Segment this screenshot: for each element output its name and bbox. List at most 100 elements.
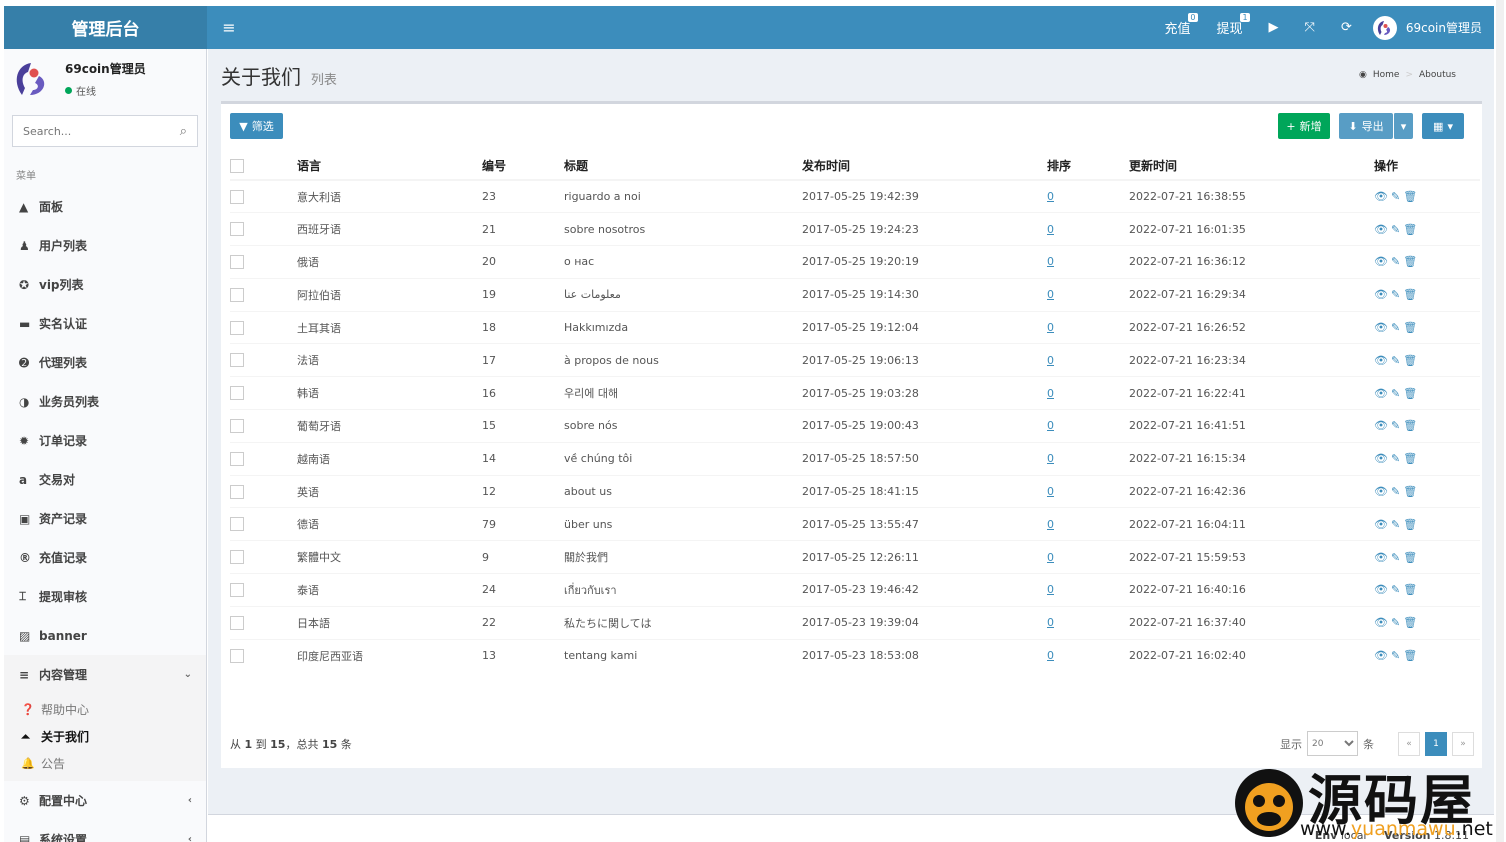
sort-editable[interactable]: 0	[1047, 649, 1054, 662]
sort-editable[interactable]: 0	[1047, 288, 1054, 301]
trash-icon[interactable]: 🗑	[1403, 649, 1417, 662]
sidebar-item-assets[interactable]: ▣ 资产记录	[4, 499, 206, 538]
column-header[interactable]: 编号	[482, 152, 564, 181]
trash-icon[interactable]: 🗑	[1403, 223, 1417, 236]
sidebar-item-pairs[interactable]: a 交易对	[4, 460, 206, 499]
view-icon[interactable]: 👁	[1374, 485, 1388, 498]
view-icon[interactable]: 👁	[1374, 387, 1388, 400]
sidebar-item-dashboard[interactable]: ▲ 面板	[4, 187, 206, 226]
view-icon[interactable]: 👁	[1374, 321, 1388, 334]
prev-page-button[interactable]: «	[1398, 731, 1420, 756]
edit-icon[interactable]: ✎	[1391, 223, 1400, 236]
column-header[interactable]: 排序	[1047, 152, 1129, 181]
row-checkbox[interactable]	[230, 189, 244, 204]
sidebar-item-kyc[interactable]: ▬ 实名认证	[4, 304, 206, 343]
sidebar-item-withdrawals[interactable]: ⌶ 提现审核	[4, 577, 206, 616]
trash-icon[interactable]: 🗑	[1403, 288, 1417, 301]
edit-icon[interactable]: ✎	[1391, 387, 1400, 400]
sort-editable[interactable]: 0	[1047, 223, 1054, 236]
view-icon[interactable]: 👁	[1374, 223, 1388, 236]
view-icon[interactable]: 👁	[1374, 518, 1388, 531]
edit-icon[interactable]: ✎	[1391, 288, 1400, 301]
sidebar-item-agents[interactable]: ➋ 代理列表	[4, 343, 206, 382]
view-icon[interactable]: 👁	[1374, 354, 1388, 367]
sort-editable[interactable]: 0	[1047, 452, 1054, 465]
column-header[interactable]: 发布时间	[802, 152, 1047, 181]
trash-icon[interactable]: 🗑	[1403, 452, 1417, 465]
trash-icon[interactable]: 🗑	[1403, 583, 1417, 596]
export-dropdown-button[interactable]: ▾	[1393, 113, 1413, 139]
trash-icon[interactable]: 🗑	[1403, 616, 1417, 629]
edit-icon[interactable]: ✎	[1391, 190, 1400, 203]
row-checkbox[interactable]	[230, 353, 244, 368]
trash-icon[interactable]: 🗑	[1403, 255, 1417, 268]
column-header[interactable]: 标题	[564, 152, 802, 181]
sidebar-toggle-icon[interactable]: ≡	[207, 6, 251, 49]
sort-editable[interactable]: 0	[1047, 419, 1054, 432]
sidebar-subitem-aboutus[interactable]: ⏶ 关于我们	[4, 723, 206, 750]
view-icon[interactable]: 👁	[1374, 616, 1388, 629]
trash-icon[interactable]: 🗑	[1403, 485, 1417, 498]
trash-icon[interactable]: 🗑	[1403, 518, 1417, 531]
view-icon[interactable]: 👁	[1374, 551, 1388, 564]
edit-icon[interactable]: ✎	[1391, 485, 1400, 498]
trash-icon[interactable]: 🗑	[1403, 419, 1417, 432]
play-icon[interactable]: ▶	[1256, 6, 1292, 49]
columns-button[interactable]: ▦ ▾	[1422, 113, 1464, 139]
row-checkbox[interactable]	[230, 648, 244, 663]
add-button[interactable]: + 新增	[1278, 113, 1330, 139]
edit-icon[interactable]: ✎	[1391, 518, 1400, 531]
row-checkbox[interactable]	[230, 418, 244, 433]
edit-icon[interactable]: ✎	[1391, 616, 1400, 629]
sidebar-item-system[interactable]: ▤ 系统设置 ‹	[4, 820, 206, 842]
edit-icon[interactable]: ✎	[1391, 354, 1400, 367]
row-checkbox[interactable]	[230, 550, 244, 565]
row-checkbox[interactable]	[230, 615, 244, 630]
edit-icon[interactable]: ✎	[1391, 419, 1400, 432]
sidebar-item-users[interactable]: ♟ 用户列表	[4, 226, 206, 265]
sort-editable[interactable]: 0	[1047, 321, 1054, 334]
recharge-nav[interactable]: 充值 0	[1152, 6, 1204, 49]
column-header[interactable]: 更新时间	[1129, 152, 1374, 181]
edit-icon[interactable]: ✎	[1391, 321, 1400, 334]
sidebar-subitem-notice[interactable]: 🔔 公告	[4, 750, 206, 777]
page-scrollbar[interactable]	[1496, 0, 1504, 842]
per-page-select[interactable]: 20	[1307, 731, 1358, 756]
user-menu[interactable]: 69coin管理员	[1365, 15, 1494, 40]
sidebar-item-salesmen[interactable]: ◑ 业务员列表	[4, 382, 206, 421]
sort-editable[interactable]: 0	[1047, 551, 1054, 564]
view-icon[interactable]: 👁	[1374, 452, 1388, 465]
sort-editable[interactable]: 0	[1047, 485, 1054, 498]
trash-icon[interactable]: 🗑	[1403, 387, 1417, 400]
select-all-checkbox[interactable]	[230, 158, 244, 173]
row-checkbox[interactable]	[230, 222, 244, 237]
trash-icon[interactable]: 🗑	[1403, 321, 1417, 334]
next-page-button[interactable]: »	[1452, 731, 1474, 756]
edit-icon[interactable]: ✎	[1391, 551, 1400, 564]
sidebar-item-vip[interactable]: ✪ vip列表	[4, 265, 206, 304]
breadcrumb-home[interactable]: Home	[1373, 70, 1400, 80]
row-checkbox[interactable]	[230, 484, 244, 499]
column-header[interactable]: 语言	[297, 152, 482, 181]
view-icon[interactable]: 👁	[1374, 190, 1388, 203]
sort-editable[interactable]: 0	[1047, 583, 1054, 596]
sort-editable[interactable]: 0	[1047, 255, 1054, 268]
edit-icon[interactable]: ✎	[1391, 452, 1400, 465]
trash-icon[interactable]: 🗑	[1403, 190, 1417, 203]
edit-icon[interactable]: ✎	[1391, 649, 1400, 662]
withdraw-nav[interactable]: 提现 1	[1204, 6, 1256, 49]
view-icon[interactable]: 👁	[1374, 583, 1388, 596]
row-checkbox[interactable]	[230, 386, 244, 401]
page-button-current[interactable]: 1	[1425, 731, 1447, 756]
view-icon[interactable]: 👁	[1374, 649, 1388, 662]
row-checkbox[interactable]	[230, 320, 244, 335]
row-checkbox[interactable]	[230, 582, 244, 597]
edit-icon[interactable]: ✎	[1391, 583, 1400, 596]
sort-editable[interactable]: 0	[1047, 190, 1054, 203]
view-icon[interactable]: 👁	[1374, 419, 1388, 432]
view-icon[interactable]: 👁	[1374, 288, 1388, 301]
brand-logo[interactable]: 管理后台	[4, 6, 207, 49]
search-icon[interactable]: ⌕	[180, 124, 187, 139]
row-checkbox[interactable]	[230, 287, 244, 302]
row-checkbox[interactable]	[230, 451, 244, 466]
